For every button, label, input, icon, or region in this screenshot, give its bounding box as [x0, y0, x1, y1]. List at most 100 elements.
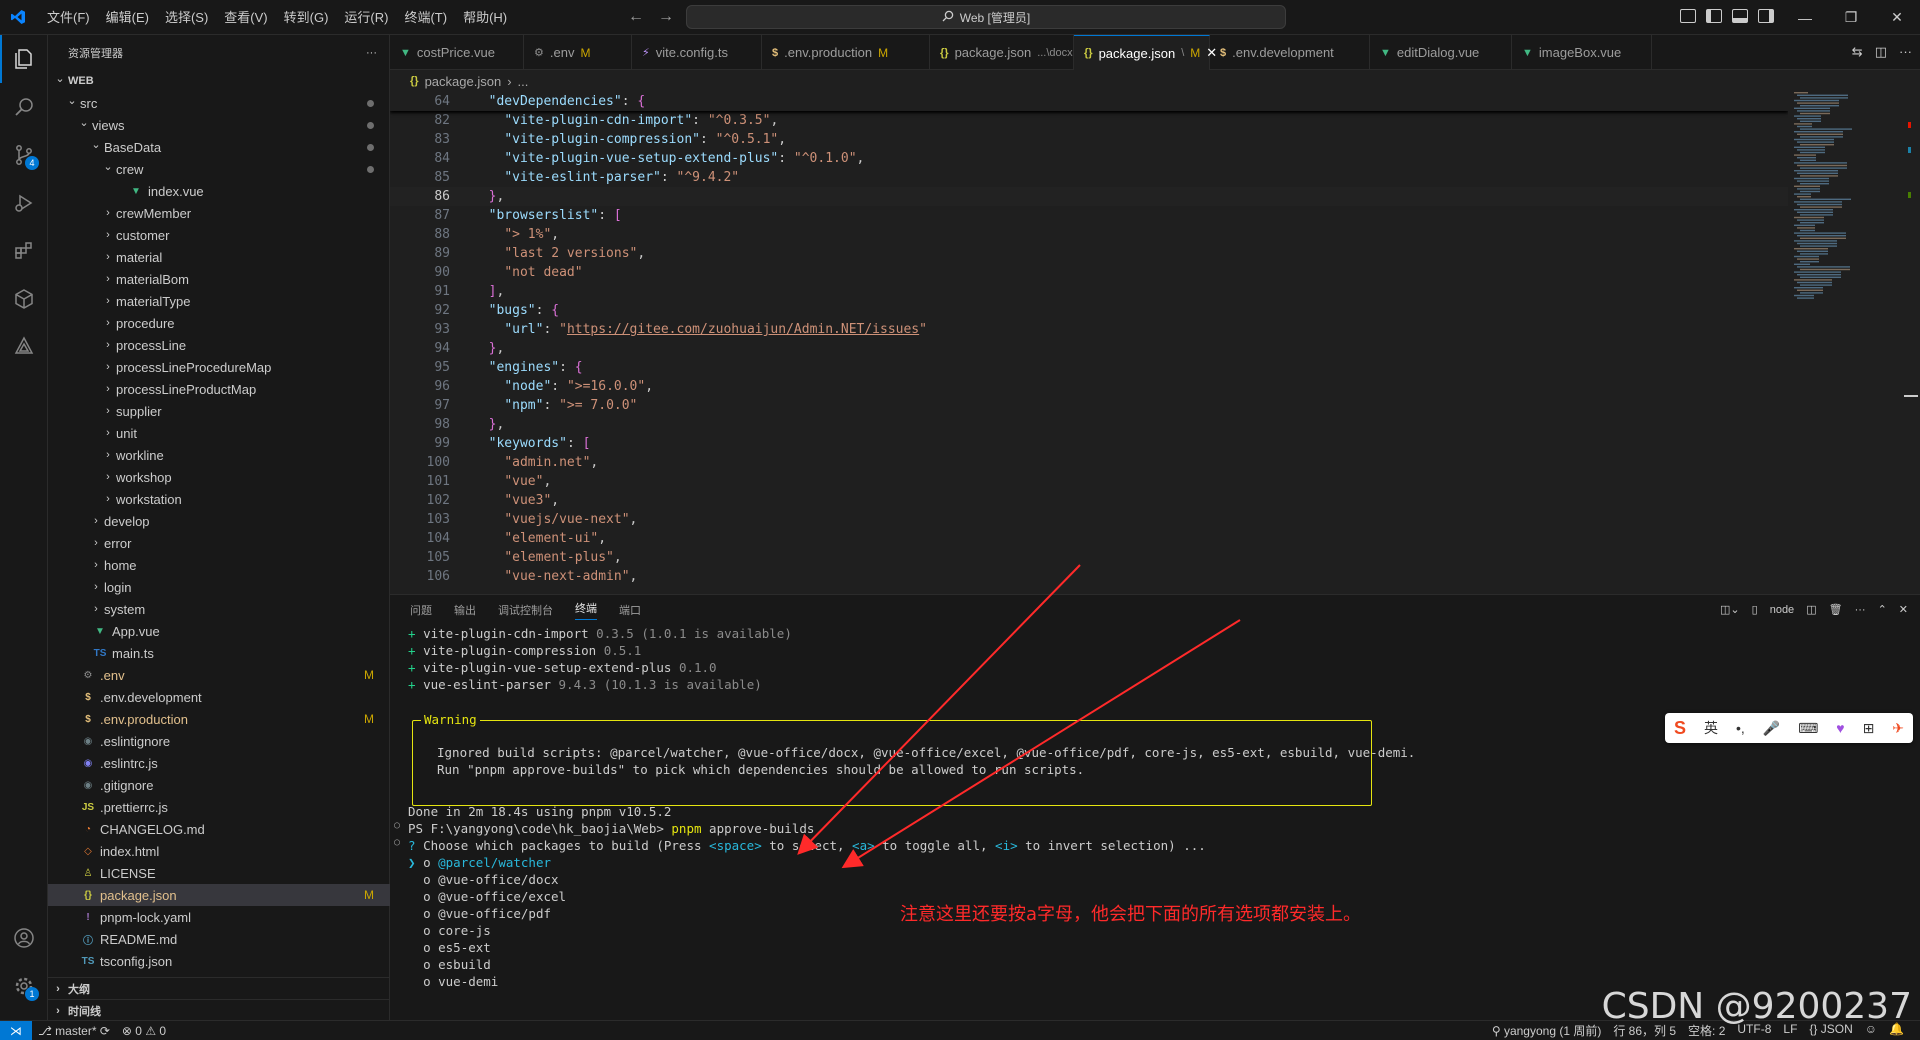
code-line[interactable]: 95 "engines": { [390, 358, 1788, 377]
code-line[interactable]: 83 "vite-plugin-compression": "^0.5.1", [390, 130, 1788, 149]
code-line[interactable]: 88 "> 1%", [390, 225, 1788, 244]
toggle-panel-icon[interactable] [1732, 9, 1748, 23]
tree-item-readmemd[interactable]: ⓘ README.md [48, 928, 390, 950]
menu-selection[interactable]: 选择(S) [157, 0, 216, 35]
code-line[interactable]: 103 "vuejs/vue-next", [390, 510, 1788, 529]
code-line[interactable]: 104 "element-ui", [390, 529, 1788, 548]
outline-section[interactable]: › 大纲 [48, 977, 390, 999]
tree-item-src[interactable]: ⌄ src [48, 92, 390, 114]
tree-item-pnpmlockyaml[interactable]: ! pnpm-lock.yaml [48, 906, 390, 928]
extensions-icon[interactable] [0, 227, 48, 275]
editor-scrollbar[interactable] [1904, 92, 1918, 594]
tree-item-appvue[interactable]: ▼ App.vue [48, 620, 390, 642]
tree-item-web[interactable]: ⌄ WEB [48, 70, 390, 92]
tree-item-processlineproceduremap[interactable]: › processLineProcedureMap [48, 356, 390, 378]
code-line[interactable]: 101 "vue", [390, 472, 1788, 491]
tree-item-processline[interactable]: › processLine [48, 334, 390, 356]
code-line[interactable]: 84 "vite-plugin-vue-setup-extend-plus": … [390, 149, 1788, 168]
code-line[interactable]: 91 ], [390, 282, 1788, 301]
tab-problems[interactable]: 问题 [410, 602, 432, 618]
radio-unchecked-icon[interactable]: o [423, 906, 438, 921]
tree-item-eslintignore[interactable]: ◉ .eslintignore [48, 730, 390, 752]
code-line[interactable]: 93 "url": "https://gitee.com/zuohuaijun/… [390, 320, 1788, 339]
microphone-icon[interactable]: 🎤 [1763, 720, 1780, 737]
tab-terminal[interactable]: 终端 [575, 600, 597, 620]
tree-item-home[interactable]: › home [48, 554, 390, 576]
account-icon[interactable] [0, 914, 48, 962]
split-terminal-icon[interactable]: ◫ [1806, 603, 1816, 616]
code-line[interactable]: 102 "vue3", [390, 491, 1788, 510]
tree-item-materialtype[interactable]: › materialType [48, 290, 390, 312]
new-terminal-dropdown-icon[interactable]: ◫⌄ [1720, 603, 1740, 616]
tree-item-crewmember[interactable]: › crewMember [48, 202, 390, 224]
customize-layout-icon[interactable] [1680, 9, 1696, 23]
code-line[interactable]: 86 }, [390, 187, 1788, 206]
punctuation-icon[interactable]: •, [1736, 720, 1745, 736]
run-debug-icon[interactable] [0, 179, 48, 227]
code-line[interactable]: 87 "browserslist": [ [390, 206, 1788, 225]
ime-language[interactable]: 英 [1704, 718, 1718, 738]
remote-explorer-icon[interactable] [0, 323, 48, 371]
tree-item-material[interactable]: › material [48, 246, 390, 268]
menu-edit[interactable]: 编辑(E) [98, 0, 157, 35]
tab-envdevelopment[interactable]: $ .env.development [1210, 35, 1370, 70]
panel-more-icon[interactable]: ··· [1855, 604, 1866, 616]
forward-arrow-icon[interactable]: → [658, 8, 674, 26]
tab-viteconfigts[interactable]: ⚡ vite.config.ts [632, 35, 762, 70]
close-window-icon[interactable]: ✕ [1874, 0, 1920, 35]
branch-indicator[interactable]: ⎇ master* ⟳ [32, 1024, 116, 1038]
radio-unchecked-icon[interactable]: o [423, 940, 438, 955]
sticky-scroll-line[interactable]: 64 "devDependencies": { [390, 92, 1788, 111]
timeline-section[interactable]: › 时间线 [48, 999, 390, 1021]
tree-item-views[interactable]: ⌄ views [48, 114, 390, 136]
toolbox-icon[interactable]: ⊞ [1863, 720, 1875, 737]
problems-indicator[interactable]: ⊗ 0 ⚠ 0 [116, 1024, 172, 1038]
menu-view[interactable]: 查看(V) [216, 0, 275, 35]
tree-item-customer[interactable]: › customer [48, 224, 390, 246]
code-line[interactable]: 97 "npm": ">= 7.0.0" [390, 396, 1788, 415]
menu-go[interactable]: 转到(G) [276, 0, 337, 35]
editor-more-icon[interactable]: ··· [1899, 44, 1912, 60]
code-line[interactable]: 106 "vue-next-admin", [390, 567, 1788, 586]
tab-ports[interactable]: 端口 [619, 602, 641, 618]
tree-item-envproduction[interactable]: $ .env.production M [48, 708, 390, 730]
tree-item-tsconfigjson[interactable]: TS tsconfig.json [48, 950, 390, 972]
keyboard-icon[interactable]: ⌨ [1798, 720, 1818, 737]
tree-item-indexvue[interactable]: ▼ index.vue [48, 180, 390, 202]
menu-terminal[interactable]: 终端(T) [396, 0, 455, 35]
menu-help[interactable]: 帮助(H) [455, 0, 515, 35]
radio-unchecked-icon[interactable]: o [423, 923, 438, 938]
package-icon[interactable] [0, 275, 48, 323]
tree-item-crew[interactable]: ⌄ crew [48, 158, 390, 180]
tab-costpricevue[interactable]: ▼ costPrice.vue [390, 35, 524, 70]
back-arrow-icon[interactable]: ← [628, 8, 644, 26]
git-blame[interactable]: ⚲ yangyong (1 周前) [1486, 1022, 1608, 1039]
command-center[interactable]: Web [管理员] [686, 5, 1286, 29]
minimap[interactable] [1788, 92, 1898, 594]
remote-indicator-icon[interactable]: ⋊ [0, 1020, 32, 1040]
tab-output[interactable]: 输出 [454, 602, 476, 618]
restore-icon[interactable]: ❐ [1828, 0, 1874, 35]
tree-item-gitignore[interactable]: ◉ .gitignore [48, 774, 390, 796]
tab-env[interactable]: ⚙ .env M [524, 35, 632, 70]
tab-envproduction[interactable]: $ .env.production M [762, 35, 930, 70]
code-line[interactable]: 85 "vite-eslint-parser": "^9.4.2" [390, 168, 1788, 187]
settings-icon[interactable]: ✈ [1892, 720, 1904, 737]
code-line[interactable]: 92 "bugs": { [390, 301, 1788, 320]
tree-item-license[interactable]: ♙ LICENSE [48, 862, 390, 884]
source-control-icon[interactable]: 4 [0, 131, 48, 179]
close-panel-icon[interactable]: ✕ [1899, 603, 1908, 616]
menu-run[interactable]: 运行(R) [336, 0, 396, 35]
code-line[interactable]: 94 }, [390, 339, 1788, 358]
radio-unchecked-icon[interactable]: o [423, 872, 438, 887]
tree-item-supplier[interactable]: › supplier [48, 400, 390, 422]
tree-item-indexhtml[interactable]: ◇ index.html [48, 840, 390, 862]
tree-item-workshop[interactable]: › workshop [48, 466, 390, 488]
tree-item-materialbom[interactable]: › materialBom [48, 268, 390, 290]
menu-file[interactable]: 文件(F) [39, 0, 98, 35]
trash-icon[interactable]: 🗑 [1829, 603, 1843, 616]
tree-item-workline[interactable]: › workline [48, 444, 390, 466]
tab-debug-console[interactable]: 调试控制台 [498, 602, 553, 618]
compare-changes-icon[interactable]: ⇆ [1852, 44, 1863, 60]
more-actions-icon[interactable]: ··· [366, 47, 377, 59]
